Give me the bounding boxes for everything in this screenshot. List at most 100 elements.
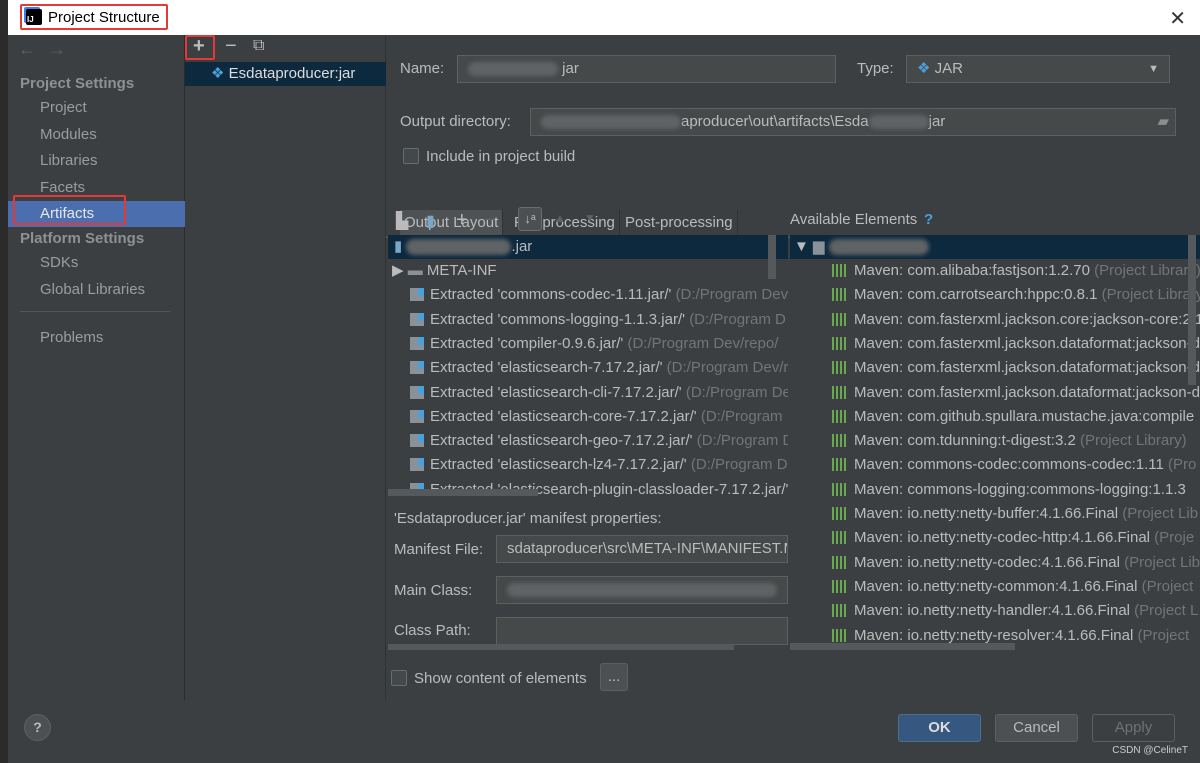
library-item[interactable]: Maven: com.alibaba:fastjson:1.2.70 (Proj… xyxy=(790,259,1200,283)
sort-alpha-button[interactable]: ↓ᵃ xyxy=(518,207,542,231)
artifact-item[interactable]: ❖ Esdataproducer:jar xyxy=(185,62,386,86)
help-icon[interactable]: ? xyxy=(924,211,933,228)
include-in-build-checkbox[interactable] xyxy=(403,148,419,164)
library-name: Maven: com.fasterxml.jackson.dataformat:… xyxy=(854,334,1200,352)
module-node[interactable]: ▼ ▆ xyxy=(790,235,1200,259)
main-class-input[interactable] xyxy=(496,576,788,604)
highlight-box xyxy=(13,195,126,225)
sidebar-item-libraries[interactable]: Libraries xyxy=(8,148,185,174)
tree-item-name: Extracted 'elasticsearch-lz4-7.17.2.jar/… xyxy=(430,456,687,474)
create-directory-button[interactable]: ▙ xyxy=(396,211,408,231)
type-select[interactable]: ❖ JAR ▼ xyxy=(906,55,1170,83)
window-title-text: Project Structure xyxy=(48,8,160,26)
close-button[interactable]: ✕ xyxy=(1169,6,1186,31)
library-item[interactable]: Maven: commons-codec:commons-codec:1.11 … xyxy=(790,453,1200,477)
output-directory-suffix: jar xyxy=(928,113,946,130)
section-platform-settings: Platform Settings xyxy=(20,230,145,247)
library-item[interactable]: Maven: com.fasterxml.jackson.core:jackso… xyxy=(790,308,1200,332)
title-bar: IJ Project Structure ✕ xyxy=(8,0,1200,35)
name-value: jar xyxy=(562,60,579,77)
intellij-logo-icon: IJ xyxy=(26,9,42,25)
show-content-options-button[interactable]: ... xyxy=(600,663,628,691)
library-item[interactable]: Maven: io.netty:netty-buffer:4.1.66.Fina… xyxy=(790,502,1200,526)
library-item[interactable]: Maven: com.github.spullara.mustache.java… xyxy=(790,405,1200,429)
library-item[interactable]: Maven: com.carrotsearch:hppc:0.8.1 (Proj… xyxy=(790,283,1200,307)
sidebar-item-global-libraries[interactable]: Global Libraries xyxy=(8,277,185,303)
tree-vertical-scrollbar[interactable] xyxy=(768,235,776,279)
manifest-file-label: Manifest File: xyxy=(394,541,484,558)
sidebar-item-sdks[interactable]: SDKs xyxy=(8,250,185,276)
library-item[interactable]: Maven: com.fasterxml.jackson.dataformat:… xyxy=(790,356,1200,380)
tree-item[interactable]: ▶ ▬ META-INF xyxy=(388,259,788,283)
jar-icon: ❖ xyxy=(917,60,931,77)
manifest-horizontal-scrollbar[interactable] xyxy=(388,644,734,650)
remove-artifact-button[interactable]: − xyxy=(225,35,237,58)
library-item[interactable]: Maven: io.netty:netty-common:4.1.66.Fina… xyxy=(790,575,1200,599)
move-up-button[interactable]: ▲ xyxy=(554,211,566,225)
back-button[interactable]: ← xyxy=(18,39,36,60)
remove-element-button[interactable]: − xyxy=(484,209,496,232)
forward-button[interactable]: → xyxy=(48,39,66,60)
cancel-button[interactable]: Cancel xyxy=(995,714,1078,742)
copy-artifact-button[interactable]: ⧉ xyxy=(253,37,264,55)
library-name: Maven: io.netty:netty-buffer:4.1.66.Fina… xyxy=(854,505,1119,522)
library-icon xyxy=(832,264,848,277)
tree-item[interactable]: Extracted 'compiler-0.9.6.jar/' (D:/Prog… xyxy=(388,332,788,356)
library-suffix: (Project Library) xyxy=(1079,432,1187,450)
output-directory-input[interactable]: aproducer\out\artifacts\Esda jar ▰ xyxy=(530,108,1176,136)
library-name: Maven: io.netty:netty-common:4.1.66.Fina… xyxy=(854,577,1138,595)
manifest-file-input[interactable]: sdataproducer\src\META-INF\MANIFEST.M xyxy=(496,535,788,563)
show-content-label: Show content of elements xyxy=(414,670,587,687)
tree-root[interactable]: ▮ .jar xyxy=(388,235,788,259)
sidebar-item-modules[interactable]: Modules xyxy=(8,122,185,148)
output-directory-value: aproducer\out\artifacts\Esda xyxy=(681,113,869,130)
class-path-input[interactable] xyxy=(496,617,788,645)
expand-icon[interactable]: ▶ xyxy=(392,262,408,279)
show-content-checkbox[interactable] xyxy=(391,670,407,686)
tree-item-name: Extracted 'elasticsearch-geo-7.17.2.jar/… xyxy=(430,432,693,450)
archive-icon[interactable]: ▮ xyxy=(426,211,435,231)
move-down-button[interactable]: ▼ xyxy=(584,211,596,225)
tree-item-path: (D:/Program D xyxy=(690,456,788,474)
library-suffix: (Project L xyxy=(1134,602,1199,620)
manifest-title: 'Esdataproducer.jar' manifest properties… xyxy=(394,510,662,527)
sidebar-item-problems[interactable]: Problems xyxy=(8,325,185,351)
library-item[interactable]: Maven: io.netty:netty-codec-http:4.1.66.… xyxy=(790,526,1200,550)
chevron-down-icon: ▼ xyxy=(1148,63,1159,75)
folder-browse-icon[interactable]: ▰ xyxy=(1157,109,1169,135)
tree-item[interactable]: Extracted 'elasticsearch-7.17.2.jar/' (D… xyxy=(388,356,788,380)
artifact-list-panel: + − ⧉ ❖ Esdataproducer:jar xyxy=(185,35,386,700)
tree-item-name: Extracted 'elasticsearch-cli-7.17.2.jar/… xyxy=(430,383,682,401)
add-element-button[interactable]: + xyxy=(456,209,468,232)
library-icon xyxy=(832,604,848,618)
help-button[interactable]: ? xyxy=(24,714,51,741)
library-item[interactable]: Maven: com.fasterxml.jackson.dataformat:… xyxy=(790,332,1200,356)
tree-item[interactable]: Extracted 'commons-codec-1.11.jar/' (D:/… xyxy=(388,283,788,307)
tree-item[interactable]: Extracted 'elasticsearch-geo-7.17.2.jar/… xyxy=(388,429,788,453)
apply-button[interactable]: Apply xyxy=(1092,714,1175,742)
tree-item[interactable]: Extracted 'elasticsearch-cli-7.17.2.jar/… xyxy=(388,381,788,405)
available-horizontal-scrollbar[interactable] xyxy=(790,643,1015,650)
tree-horizontal-scrollbar[interactable] xyxy=(388,489,538,496)
redacted xyxy=(868,115,929,130)
library-item[interactable]: Maven: com.tdunning:t-digest:3.2 (Projec… xyxy=(790,429,1200,453)
library-item[interactable]: Maven: com.fasterxml.jackson.dataformat:… xyxy=(790,381,1200,405)
tree-item[interactable]: Extracted 'elasticsearch-core-7.17.2.jar… xyxy=(388,405,788,429)
library-item[interactable]: Maven: io.netty:netty-handler:4.1.66.Fin… xyxy=(790,599,1200,623)
name-input[interactable]: jar xyxy=(457,55,836,83)
sidebar-item-project[interactable]: Project xyxy=(8,95,185,121)
jar-icon: ❖ xyxy=(211,65,225,82)
ok-button[interactable]: OK xyxy=(898,714,981,742)
tree-item[interactable]: Extracted 'elasticsearch-lz4-7.17.2.jar/… xyxy=(388,453,788,477)
library-suffix: (Proje xyxy=(1154,529,1195,547)
library-name: Maven: com.tdunning:t-digest:3.2 xyxy=(854,432,1076,450)
available-vertical-scrollbar[interactable] xyxy=(1188,235,1196,385)
expand-icon[interactable]: ▼ xyxy=(794,238,809,255)
redacted xyxy=(507,583,777,598)
add-artifact-button[interactable]: + xyxy=(193,35,205,58)
library-item[interactable]: Maven: commons-logging:commons-logging:1… xyxy=(790,478,1200,502)
library-suffix: (Project xyxy=(1141,577,1194,595)
tab-post-processing[interactable]: Post-processing xyxy=(621,210,738,236)
tree-item[interactable]: Extracted 'commons-logging-1.1.3.jar/' (… xyxy=(388,308,788,332)
library-item[interactable]: Maven: io.netty:netty-codec:4.1.66.Final… xyxy=(790,551,1200,575)
